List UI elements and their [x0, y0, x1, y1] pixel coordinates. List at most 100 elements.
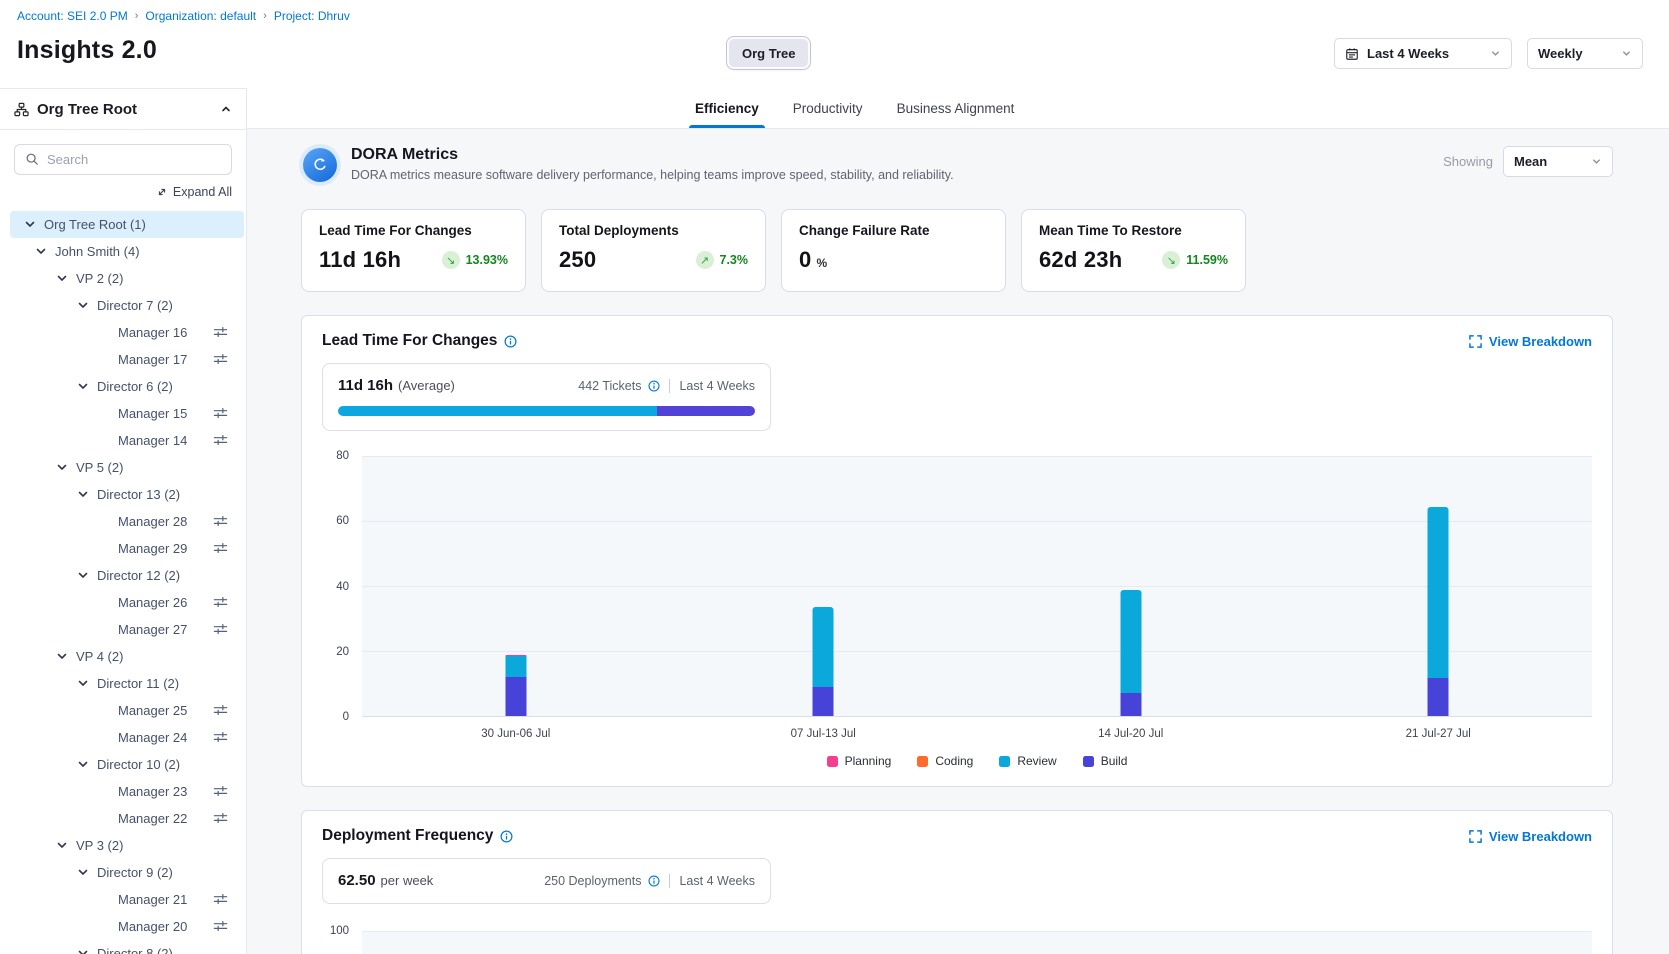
- chevron-down-icon[interactable]: [75, 758, 91, 770]
- org-tree-button[interactable]: Org Tree: [727, 37, 810, 69]
- tree-item-label: Manager 20: [118, 919, 187, 934]
- tree-item-label: VP 5 (2): [76, 460, 123, 475]
- filter-sliders-icon[interactable]: [213, 541, 228, 556]
- aggregation-select[interactable]: Mean: [1503, 146, 1613, 177]
- legend-swatch: [999, 756, 1010, 767]
- info-icon[interactable]: [648, 875, 660, 887]
- tree-item-label: Director 12 (2): [97, 568, 180, 583]
- legend-item-planning[interactable]: Planning: [827, 754, 892, 768]
- tree-item-manager-27[interactable]: Manager 27: [0, 616, 246, 643]
- tree-item-director-13-2[interactable]: Director 13 (2): [0, 481, 246, 508]
- filter-sliders-icon[interactable]: [213, 703, 228, 718]
- tree-item-manager-16[interactable]: Manager 16: [0, 319, 246, 346]
- tree-item-vp-2-2[interactable]: VP 2 (2): [0, 265, 246, 292]
- legend-item-review[interactable]: Review: [999, 754, 1056, 768]
- tree-item-manager-28[interactable]: Manager 28: [0, 508, 246, 535]
- trend-delta: 11.59%: [1186, 253, 1228, 267]
- filter-sliders-icon[interactable]: [213, 595, 228, 610]
- info-icon[interactable]: [500, 830, 513, 843]
- collapse-chevron-up-icon[interactable]: [220, 103, 232, 115]
- tree-item-label: VP 3 (2): [76, 838, 123, 853]
- lead-time-view-breakdown-link[interactable]: View Breakdown: [1469, 334, 1592, 349]
- chevron-down-icon[interactable]: [54, 650, 70, 662]
- filter-sliders-icon[interactable]: [213, 919, 228, 934]
- chevron-down-icon[interactable]: [54, 839, 70, 851]
- tab-efficiency[interactable]: Efficiency: [689, 88, 765, 128]
- date-range-select[interactable]: Last 4 Weeks: [1334, 38, 1512, 69]
- filter-sliders-icon[interactable]: [213, 514, 228, 529]
- chevron-down-icon[interactable]: [75, 947, 91, 954]
- tree-item-manager-29[interactable]: Manager 29: [0, 535, 246, 562]
- filter-sliders-icon[interactable]: [213, 352, 228, 367]
- tree-item-label: Manager 23: [118, 784, 187, 799]
- deployment-view-breakdown-link[interactable]: View Breakdown: [1469, 829, 1592, 844]
- chevron-down-icon[interactable]: [54, 461, 70, 473]
- tree-item-director-10-2[interactable]: Director 10 (2): [0, 751, 246, 778]
- filter-sliders-icon[interactable]: [213, 325, 228, 340]
- legend-item-coding[interactable]: Coding: [917, 754, 973, 768]
- info-icon[interactable]: [504, 335, 517, 348]
- info-icon[interactable]: [648, 380, 660, 392]
- filter-sliders-icon[interactable]: [213, 784, 228, 799]
- filter-sliders-icon[interactable]: [213, 622, 228, 637]
- tree-item-manager-25[interactable]: Manager 25: [0, 697, 246, 724]
- tree-item-director-7-2[interactable]: Director 7 (2): [0, 292, 246, 319]
- showing-control: Showing Mean: [1443, 146, 1613, 177]
- expand-all-label: Expand All: [173, 185, 232, 199]
- tree-item-vp-3-2[interactable]: VP 3 (2): [0, 832, 246, 859]
- tree-item-manager-21[interactable]: Manager 21: [0, 886, 246, 913]
- legend-swatch: [827, 756, 838, 767]
- tree-item-director-8-2[interactable]: Director 8 (2): [0, 940, 246, 954]
- trend-delta: 13.93%: [466, 253, 508, 267]
- tree-item-vp-4-2[interactable]: VP 4 (2): [0, 643, 246, 670]
- plot-area: [362, 931, 1592, 954]
- chevron-down-icon[interactable]: [75, 380, 91, 392]
- filter-sliders-icon[interactable]: [213, 811, 228, 826]
- tree-item-label: Director 7 (2): [97, 298, 173, 313]
- tree-item-manager-22[interactable]: Manager 22: [0, 805, 246, 832]
- filter-sliders-icon[interactable]: [213, 730, 228, 745]
- filter-sliders-icon[interactable]: [213, 406, 228, 421]
- breadcrumb-link[interactable]: Organization: default: [145, 9, 256, 23]
- tree-item-director-6-2[interactable]: Director 6 (2): [0, 373, 246, 400]
- tree-item-vp-5-2[interactable]: VP 5 (2): [0, 454, 246, 481]
- chevron-down-icon[interactable]: [75, 677, 91, 689]
- tree-item-john-smith-4[interactable]: John Smith (4): [0, 238, 246, 265]
- legend-item-build[interactable]: Build: [1083, 754, 1128, 768]
- metric-card-change-failure-rate: Change Failure Rate0%: [781, 209, 1006, 292]
- tree-item-manager-26[interactable]: Manager 26: [0, 589, 246, 616]
- granularity-select[interactable]: Weekly: [1527, 38, 1643, 69]
- tree-item-manager-20[interactable]: Manager 20: [0, 913, 246, 940]
- tree-item-label: Manager 21: [118, 892, 187, 907]
- tab-business-alignment[interactable]: Business Alignment: [891, 88, 1021, 128]
- filter-sliders-icon[interactable]: [213, 433, 228, 448]
- tree-item-director-11-2[interactable]: Director 11 (2): [0, 670, 246, 697]
- filter-sliders-icon[interactable]: [213, 892, 228, 907]
- tree-item-manager-23[interactable]: Manager 23: [0, 778, 246, 805]
- tree-item-manager-17[interactable]: Manager 17: [0, 346, 246, 373]
- chevron-down-icon[interactable]: [75, 488, 91, 500]
- bar-segment-review: [813, 607, 834, 687]
- tree-item-director-12-2[interactable]: Director 12 (2): [0, 562, 246, 589]
- granularity-value: Weekly: [1538, 46, 1583, 61]
- chevron-down-icon[interactable]: [75, 569, 91, 581]
- chevron-down-icon[interactable]: [22, 218, 38, 230]
- tree-item-manager-15[interactable]: Manager 15: [0, 400, 246, 427]
- tree-item-org-tree-root-1[interactable]: Org Tree Root (1): [10, 211, 244, 238]
- chevron-down-icon[interactable]: [33, 245, 49, 257]
- chevron-down-icon[interactable]: [75, 866, 91, 878]
- tab-bar: Efficiency Productivity Business Alignment: [247, 88, 1669, 129]
- chevron-down-icon[interactable]: [54, 272, 70, 284]
- tree-item-manager-24[interactable]: Manager 24: [0, 724, 246, 751]
- chevron-down-icon[interactable]: [75, 299, 91, 311]
- breadcrumb-link[interactable]: Project: Dhruv: [274, 9, 350, 23]
- bar-segment-review: [1428, 507, 1449, 678]
- tab-productivity[interactable]: Productivity: [787, 88, 869, 128]
- bar-segment-review: [1120, 590, 1141, 693]
- tree-item-manager-14[interactable]: Manager 14: [0, 427, 246, 454]
- search-input[interactable]: [47, 152, 221, 167]
- expand-all-button[interactable]: Expand All: [156, 185, 232, 199]
- tree-item-director-9-2[interactable]: Director 9 (2): [0, 859, 246, 886]
- breadcrumb-link[interactable]: Account: SEI 2.0 PM: [17, 9, 128, 23]
- chevron-down-icon: [1490, 48, 1501, 59]
